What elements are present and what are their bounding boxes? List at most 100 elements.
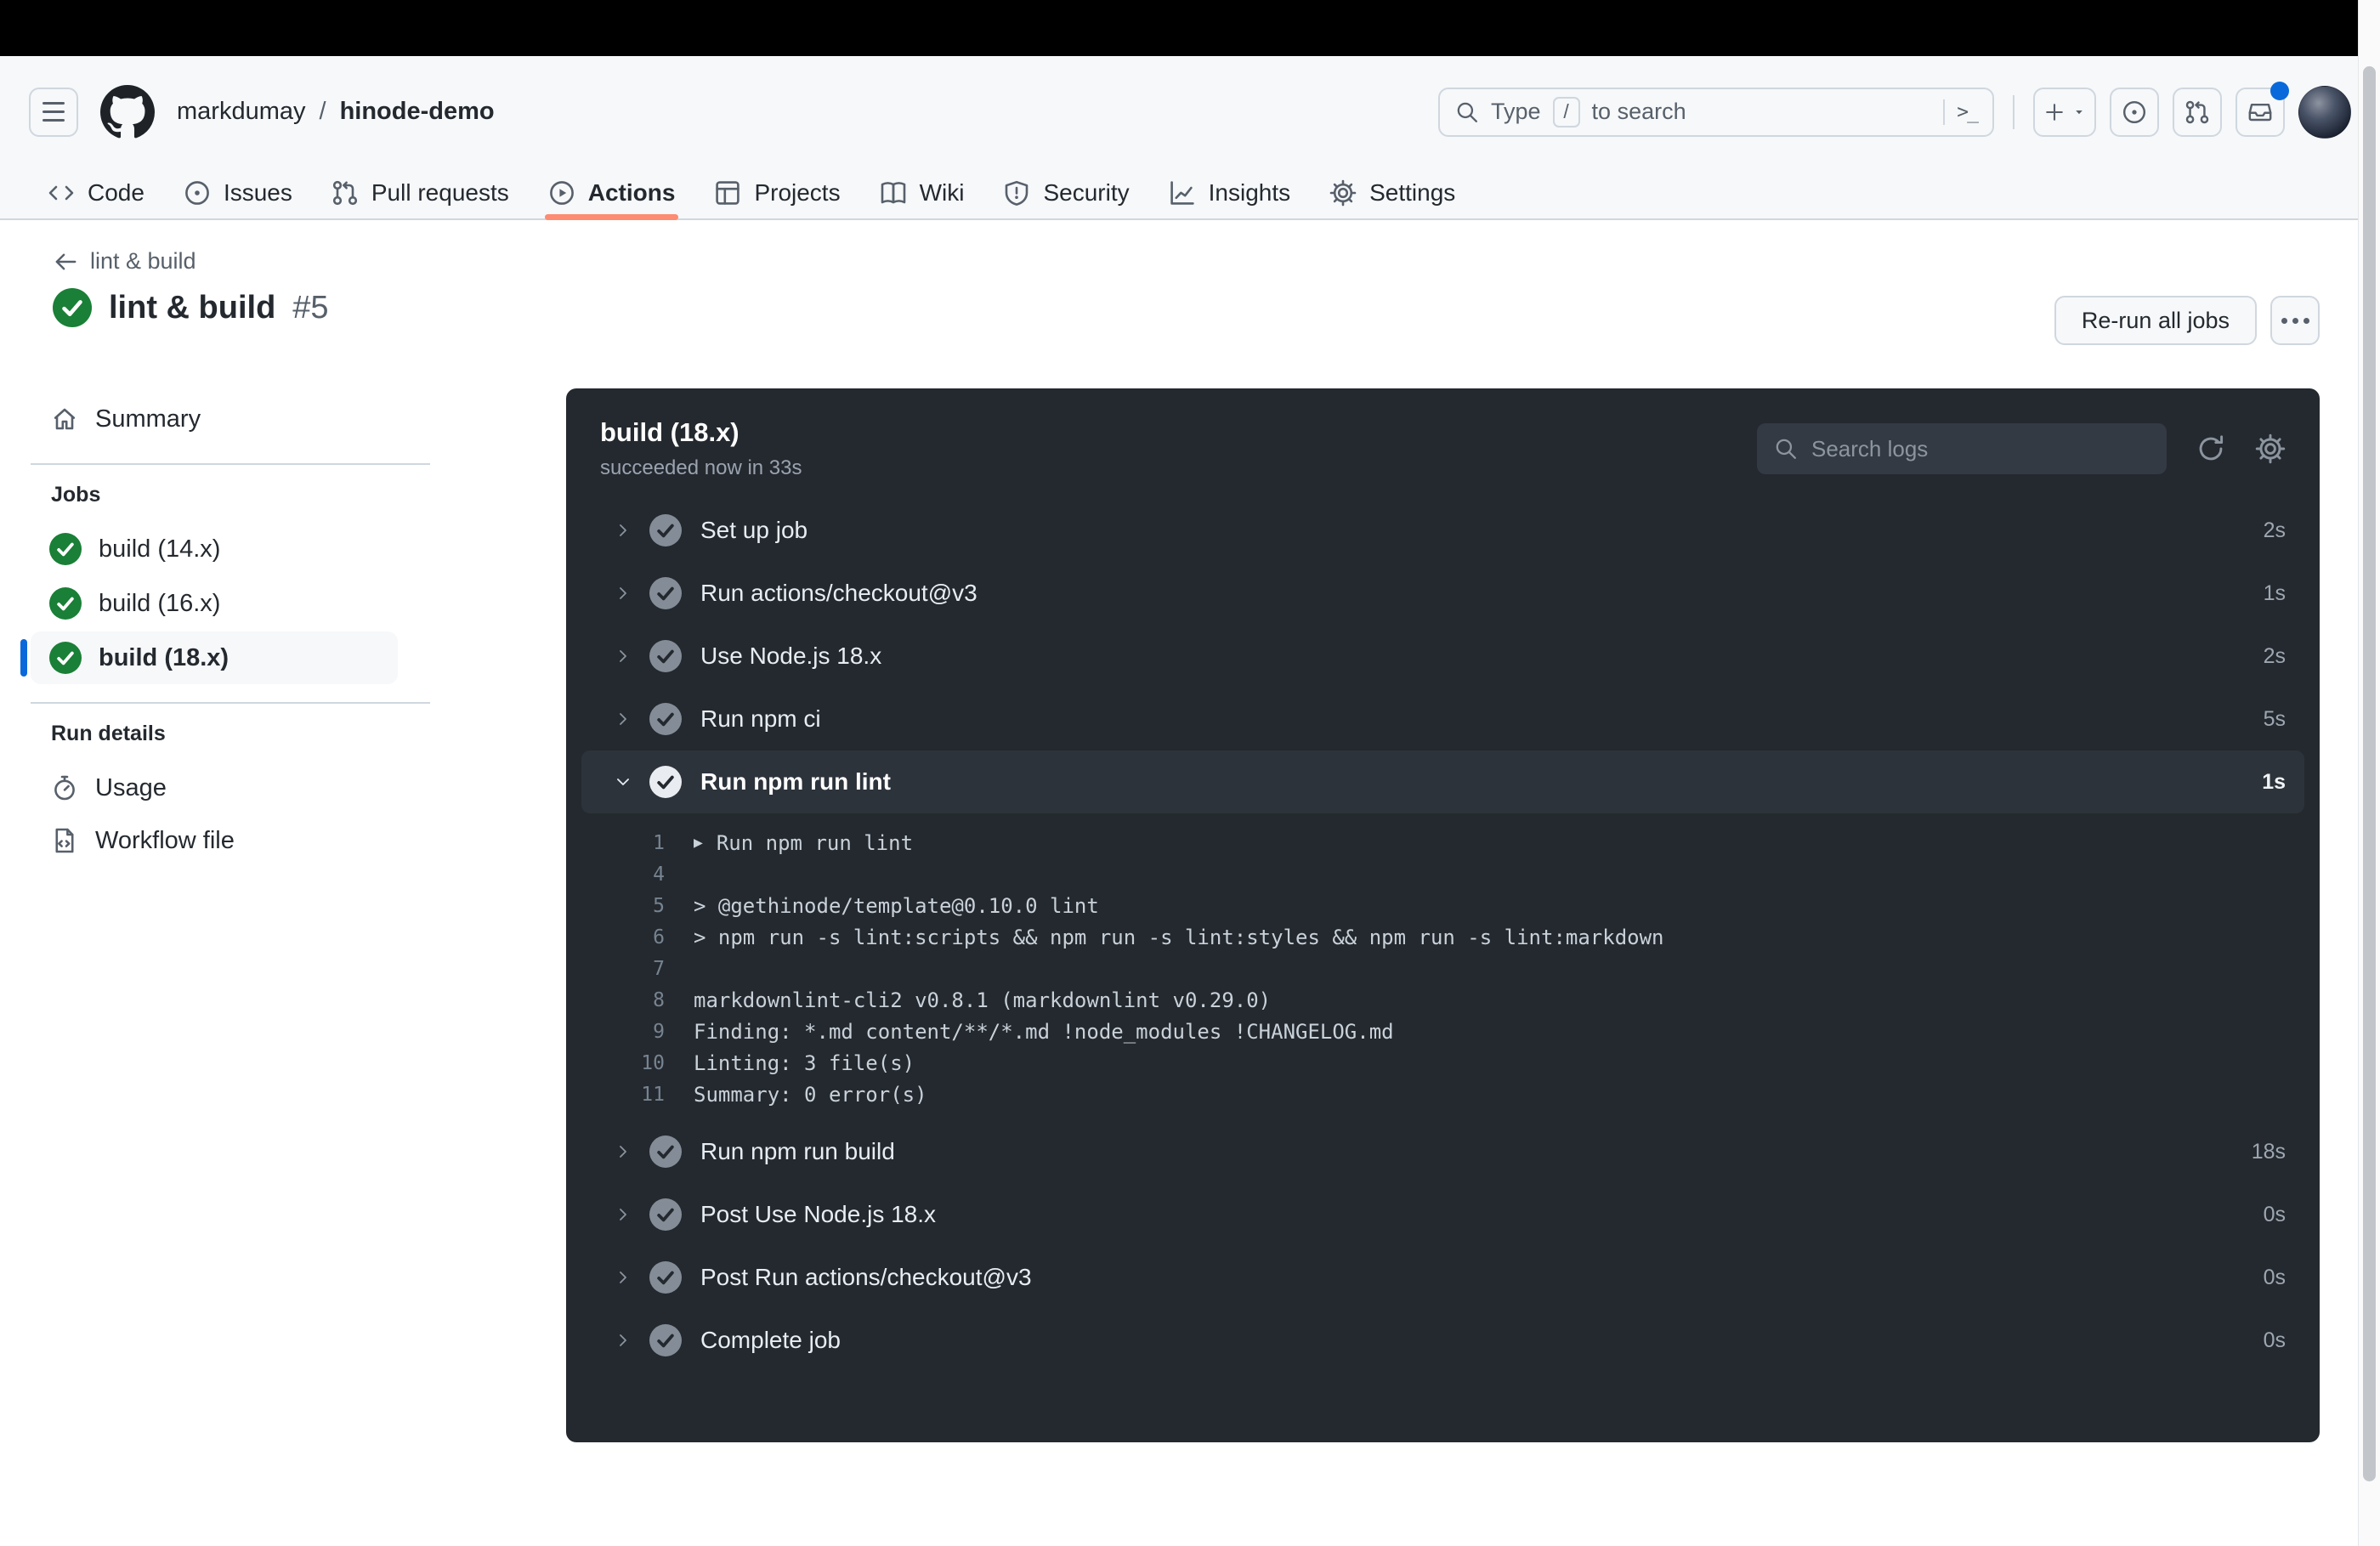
sidebar-job-build-18[interactable]: build (18.x): [20, 631, 398, 684]
step-row[interactable]: Post Use Node.js 18.x 0s: [566, 1183, 2320, 1246]
create-new-button[interactable]: [2033, 87, 2096, 137]
more-options-button[interactable]: [2270, 296, 2320, 345]
log-line: 10 ▶Linting: 3 file(s): [566, 1047, 2320, 1079]
log-text-content: > @gethinode/template@0.10.0 lint: [694, 893, 1099, 918]
log-line-number[interactable]: 6: [566, 926, 665, 949]
steps-before-list: Set up job 2s Run actions/checkout@v3 1s…: [566, 499, 2320, 750]
user-avatar[interactable]: [2298, 85, 2351, 139]
tab-security[interactable]: Security: [988, 167, 1144, 218]
search-placeholder-suffix: to search: [1591, 99, 1686, 124]
tab-actions[interactable]: Actions: [533, 167, 691, 220]
chevron-down-icon: [614, 773, 634, 791]
step-row[interactable]: Run npm ci 5s: [566, 688, 2320, 750]
log-line-number[interactable]: 8: [566, 989, 665, 1011]
tab-insights[interactable]: Insights: [1153, 167, 1306, 218]
step-row[interactable]: Run npm run build 18s: [566, 1120, 2320, 1183]
rerun-all-jobs-button[interactable]: Re-run all jobs: [2054, 296, 2257, 345]
step-success-check-icon: [649, 640, 682, 672]
chevron-right-icon: [614, 647, 634, 665]
step-label: Run npm run build: [700, 1138, 895, 1164]
tab-code[interactable]: Code: [32, 167, 160, 218]
log-line-text: ▶ Run npm run lint: [694, 831, 913, 855]
log-line-number[interactable]: 5: [566, 895, 665, 917]
breadcrumb-separator: /: [319, 98, 326, 125]
sidebar-item-summary[interactable]: Summary: [31, 393, 430, 445]
refresh-logs-button[interactable]: [2196, 433, 2226, 464]
log-line: 8 ▶markdownlint-cli2 v0.8.1 (markdownlin…: [566, 984, 2320, 1016]
tab-wiki[interactable]: Wiki: [864, 167, 980, 218]
log-text-content: markdownlint-cli2 v0.8.1 (markdownlint v…: [694, 988, 1272, 1012]
tab-projects[interactable]: Projects: [699, 167, 855, 218]
sidebar-item-usage[interactable]: Usage: [31, 762, 430, 814]
unread-notification-dot: [2270, 81, 2289, 100]
play-circle-icon: [548, 179, 575, 207]
log-settings-gear-button[interactable]: [2255, 433, 2286, 464]
shield-icon: [1003, 179, 1030, 207]
step-success-check-icon: [649, 577, 682, 609]
issues-dashboard-button[interactable]: [2110, 87, 2159, 137]
breadcrumb-repo-link[interactable]: hinode-demo: [340, 98, 495, 126]
file-code-icon: [51, 827, 78, 854]
breadcrumb: markdumay / hinode-demo: [177, 98, 495, 126]
tab-settings[interactable]: Settings: [1314, 167, 1470, 218]
run-header: lint & build lint & build #5 Re-run all …: [53, 248, 2320, 345]
chevron-right-icon: [614, 1268, 634, 1287]
issue-opened-icon: [184, 179, 211, 207]
scrollbar-thumb[interactable]: [2363, 66, 2376, 1481]
step-row[interactable]: Post Run actions/checkout@v3 0s: [566, 1246, 2320, 1309]
chevron-right-icon: [614, 584, 634, 603]
step-success-check-icon: [649, 1324, 682, 1356]
log-line-number[interactable]: 9: [566, 1021, 665, 1043]
usage-label: Usage: [95, 773, 167, 801]
inbox-button[interactable]: [2236, 81, 2289, 137]
sidebar-job-build-14[interactable]: build (14.x): [31, 523, 398, 575]
step-duration: 18s: [2251, 1139, 2286, 1164]
step-success-check-icon: [649, 1261, 682, 1294]
log-line-number[interactable]: 11: [566, 1084, 665, 1106]
log-line: 5 ▶> @gethinode/template@0.10.0 lint: [566, 890, 2320, 921]
log-group-expander-icon[interactable]: ▶: [694, 834, 703, 852]
step-label: Set up job: [700, 517, 808, 543]
step-row[interactable]: Use Node.js 18.x 2s: [566, 625, 2320, 688]
tab-issues[interactable]: Issues: [168, 167, 308, 218]
command-palette-icon[interactable]: >_: [1957, 101, 1979, 123]
step-duration: 0s: [2263, 1202, 2286, 1226]
step-duration: 0s: [2263, 1265, 2286, 1289]
success-check-icon: [49, 587, 82, 620]
log-search-input[interactable]: [1811, 435, 2150, 462]
log-text-content: > npm run -s lint:scripts && npm run -s …: [694, 925, 1664, 949]
log-line-number[interactable]: 4: [566, 864, 665, 886]
step-row[interactable]: Run actions/checkout@v3 1s: [566, 562, 2320, 625]
stopwatch-icon: [51, 774, 78, 801]
github-logo-icon[interactable]: [100, 85, 155, 139]
back-to-workflow-link[interactable]: lint & build: [53, 248, 196, 275]
run-title: lint & build: [109, 289, 276, 326]
step-row[interactable]: Set up job 2s: [566, 499, 2320, 562]
step-duration: 1s: [2263, 580, 2286, 605]
success-check-icon: [49, 533, 82, 565]
global-search-input[interactable]: Type / to search >_: [1438, 87, 1994, 137]
step-success-check-icon: [649, 1135, 682, 1168]
log-line-number[interactable]: 10: [566, 1052, 665, 1074]
search-icon: [1455, 100, 1479, 124]
chevron-right-icon: [614, 1142, 634, 1161]
code-icon: [48, 179, 75, 207]
hamburger-menu-button[interactable]: [29, 87, 78, 137]
sidebar-item-workflow-file[interactable]: Workflow file: [31, 814, 430, 867]
log-line-number[interactable]: 7: [566, 958, 665, 980]
expanded-step-row[interactable]: Run npm run lint 1s: [581, 750, 2304, 813]
log-line-text: ▶> @gethinode/template@0.10.0 lint: [694, 894, 1099, 918]
tab-pull-requests[interactable]: Pull requests: [316, 167, 524, 218]
log-line: 7 ▶: [566, 953, 2320, 984]
sidebar-job-build-16[interactable]: build (16.x): [31, 577, 398, 630]
log-line-number[interactable]: 1: [566, 832, 665, 854]
sidebar-divider: [31, 463, 430, 465]
header-divider: [2013, 94, 2014, 129]
step-row[interactable]: Complete job 0s: [566, 1309, 2320, 1372]
page-scrollbar: [2358, 0, 2380, 1546]
breadcrumb-owner-link[interactable]: markdumay: [177, 98, 306, 126]
home-icon: [51, 405, 78, 433]
pull-requests-dashboard-button[interactable]: [2173, 87, 2222, 137]
step-duration: 0s: [2263, 1328, 2286, 1352]
log-output: 1 ▶ Run npm run lint 4 ▶ 5 ▶> @gethinode/…: [566, 813, 2320, 1120]
